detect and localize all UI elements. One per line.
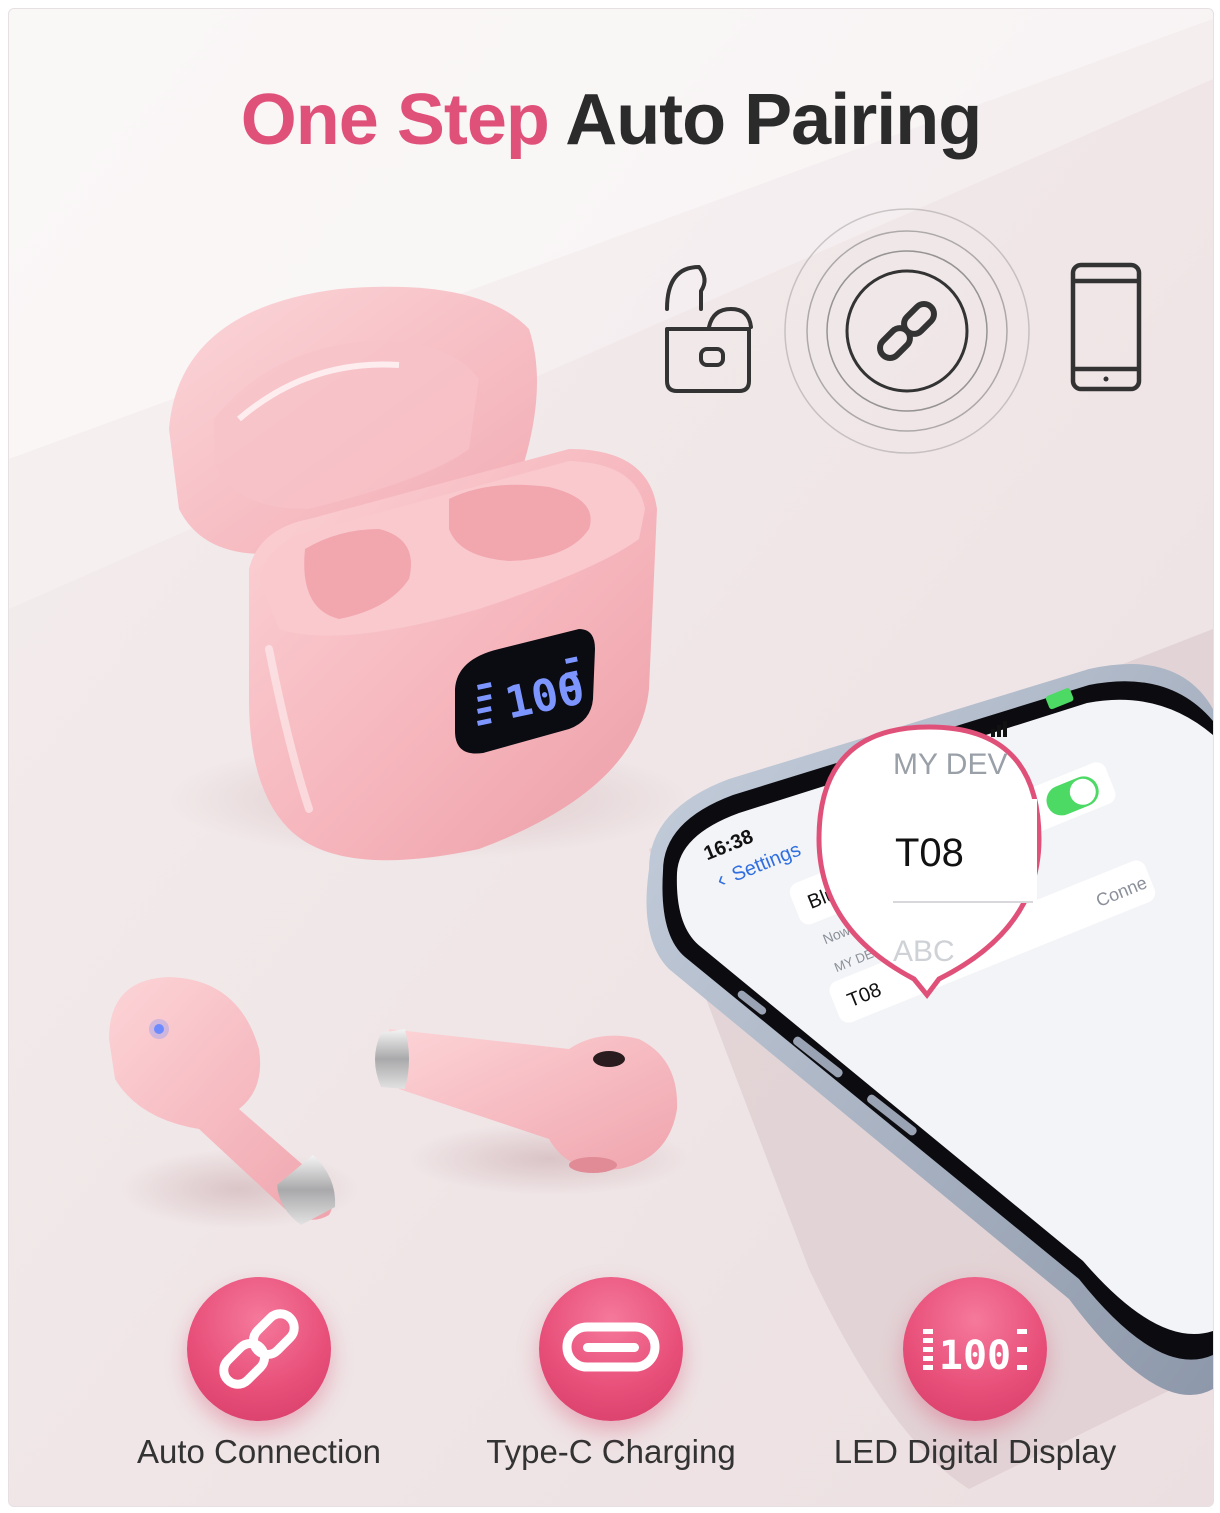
link-icon (187, 1277, 331, 1421)
feature-label: LED Digital Display (833, 1433, 1117, 1470)
feature-auto-connection: Auto Connection (69, 1277, 449, 1471)
magnifier-footer: ABC (893, 935, 955, 968)
feature-label: Type-C Charging (486, 1433, 736, 1470)
magnifier-device: T08 (895, 831, 964, 875)
headline: One Step Auto Pairing (9, 79, 1213, 161)
headline-accent: One Step (240, 80, 550, 160)
feature-led-digital-display: 100 LED Digital Display (785, 1277, 1165, 1471)
led-display-icon: 100 (903, 1277, 1047, 1421)
feature-label: Auto Connection (136, 1433, 381, 1470)
product-banner: 100 16:38 Settings ‹ Blue Now d MY DEV T… (8, 8, 1214, 1507)
feature-type-c-charging: Type-C Charging (421, 1277, 801, 1471)
headline-rest: Auto Pairing (565, 80, 982, 160)
usb-c-icon (539, 1277, 683, 1421)
magnifier-header: MY DEV (893, 748, 1007, 781)
badge-led-value: 100 (939, 1333, 1011, 1379)
